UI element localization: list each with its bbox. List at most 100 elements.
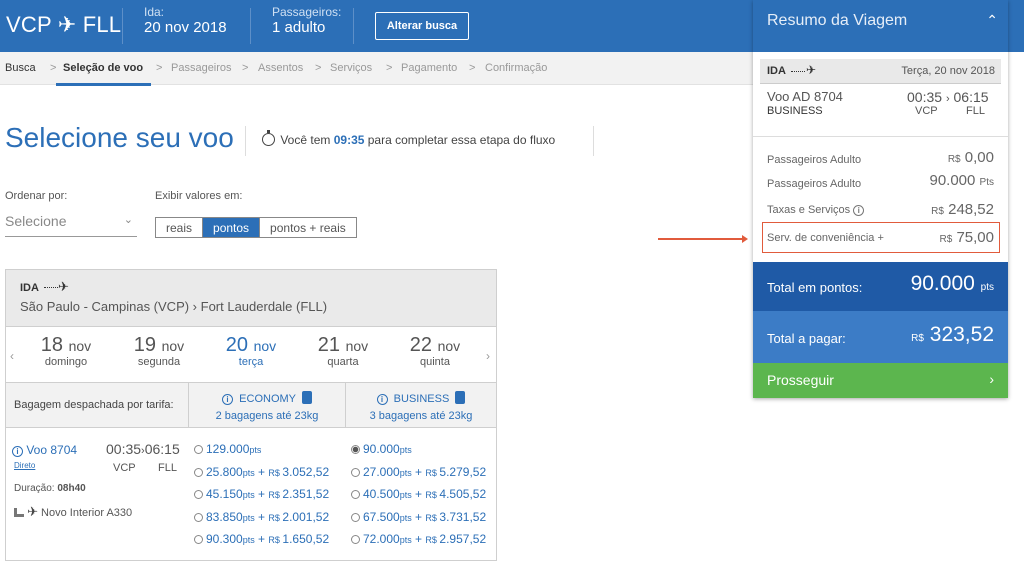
day-weekday: quinta xyxy=(420,356,450,368)
duration-value: 08h40 xyxy=(57,483,86,494)
total-points-value: 90.000 pts xyxy=(911,272,994,296)
radio-button[interactable] xyxy=(194,512,203,522)
day-19[interactable]: 19 nov segunda xyxy=(114,334,204,368)
radio-button[interactable] xyxy=(194,467,203,477)
day-weekday: domingo xyxy=(44,356,88,368)
business-fare-option[interactable]: 90.000pts xyxy=(351,442,412,456)
economy-fare-option[interactable]: 25.800pts + R$ 3.052,52 xyxy=(194,465,329,479)
proceed-button[interactable]: Prosseguir › xyxy=(753,363,1008,398)
option-plus: + xyxy=(254,532,269,546)
breadcrumb-sep: > xyxy=(315,62,322,74)
change-search-button[interactable]: Alterar busca xyxy=(375,12,469,40)
business-fare-option[interactable]: 67.500pts + R$ 3.731,52 xyxy=(351,510,486,524)
breadcrumb-servicos[interactable]: Serviços xyxy=(330,62,372,74)
pax-value-1: R$ 0,00 xyxy=(948,149,994,166)
value-toggle: reais pontos pontos + reais xyxy=(155,217,357,238)
option-points-unit: pts xyxy=(242,535,255,545)
route-title: VCP ✈ FLL xyxy=(6,12,122,37)
radio-button[interactable] xyxy=(351,467,360,477)
breadcrumb-confirmacao[interactable]: Confirmação xyxy=(485,62,547,74)
toggle-pontos[interactable]: pontos xyxy=(203,218,261,237)
radio-button[interactable] xyxy=(351,490,360,499)
duration: Duração: 08h40 xyxy=(14,483,86,494)
summary-times: 00:35 › 06:15 xyxy=(907,89,989,105)
breadcrumb-selecao[interactable]: Seleção de voo xyxy=(63,62,143,74)
ida-value: 20 nov 2018 xyxy=(144,19,227,36)
dots-line xyxy=(791,71,805,72)
breadcrumb-assentos[interactable]: Assentos xyxy=(258,62,303,74)
day-22[interactable]: 22 nov quinta xyxy=(390,334,480,368)
option-points-unit: pts xyxy=(399,467,412,478)
chevron-right-icon[interactable]: › xyxy=(486,349,490,363)
economy-fare-option[interactable]: 45.150pts + R$ 2.351,52 xyxy=(194,487,329,501)
sort-select[interactable]: Selecione ⌄ xyxy=(5,211,137,237)
dep-time: 00:35 xyxy=(106,441,142,457)
amount: 323,52 xyxy=(929,323,994,346)
convenience-label[interactable]: Serv. de conveniência + xyxy=(767,232,884,244)
chevron-up-icon[interactable]: ⌃ xyxy=(986,12,998,29)
divider xyxy=(250,8,251,44)
day-weekday: terça xyxy=(238,356,264,368)
arr-time: 06:15 xyxy=(144,441,180,457)
radio-button[interactable] xyxy=(194,490,203,499)
day-20[interactable]: 20 nov terça xyxy=(206,334,296,368)
amount: 90.000 xyxy=(929,172,976,189)
pax-label-1: Passageiros Adulto xyxy=(767,154,862,166)
divider xyxy=(753,136,1008,137)
economy-fare-option[interactable]: 83.850pts + R$ 2.001,52 xyxy=(194,510,329,524)
breadcrumb-busca[interactable]: Busca xyxy=(5,62,36,74)
business-fare-option[interactable]: 72.000pts + R$ 2.957,52 xyxy=(351,532,486,546)
amount: 75,00 xyxy=(956,229,994,246)
timer-suffix: para completar essa etapa do fluxo xyxy=(364,133,556,147)
chevron-left-icon[interactable]: ‹ xyxy=(10,349,14,363)
option-brl: 3.731,52 xyxy=(439,509,487,524)
flight-number[interactable]: i Voo 8704 xyxy=(12,443,77,457)
economy-fare-option[interactable]: 90.300pts + R$ 1.650,52 xyxy=(194,532,329,546)
info-icon[interactable]: i xyxy=(222,394,234,405)
summary-flight: Voo AD 8704 xyxy=(767,89,843,104)
radio-button[interactable] xyxy=(351,535,360,544)
day-weekday: quarta xyxy=(327,356,359,368)
info-icon[interactable]: i xyxy=(853,205,865,216)
option-brl: 3.052,52 xyxy=(282,464,330,479)
total-pay: Total a pagar: R$ 323,52 xyxy=(753,311,1008,363)
fare-name: BUSINESS xyxy=(393,393,450,405)
summary-header[interactable]: Resumo da Viagem ⌃ xyxy=(753,0,1008,52)
radio-button[interactable] xyxy=(194,445,203,454)
pax-label-2: Passageiros Adulto xyxy=(767,178,862,190)
option-points-unit: pts xyxy=(399,535,412,545)
day-num: 20 xyxy=(225,334,249,356)
radio-button[interactable] xyxy=(351,512,360,522)
option-brl: 4.505,52 xyxy=(439,487,487,501)
business-fare-option[interactable]: 40.500pts + R$ 4.505,52 xyxy=(351,487,486,501)
fees-value: R$ 248,52 xyxy=(931,201,994,218)
economy-fare-option[interactable]: 129.000pts xyxy=(194,442,261,456)
day-18[interactable]: 18 nov domingo xyxy=(21,334,111,368)
option-points-unit: pts xyxy=(242,490,255,500)
toggle-pontos-reais[interactable]: pontos + reais xyxy=(260,218,356,237)
convenience-value: R$ 75,00 xyxy=(939,229,994,246)
radio-button[interactable] xyxy=(351,445,360,454)
option-plus: + xyxy=(411,464,426,479)
day-num: 19 xyxy=(133,334,157,356)
day-21[interactable]: 21 nov quarta xyxy=(298,334,388,368)
timer: Você tem 09:35 para completar essa etapa… xyxy=(262,130,556,147)
breadcrumb-passageiros[interactable]: Passageiros xyxy=(171,62,232,74)
breadcrumb-pagamento[interactable]: Pagamento xyxy=(401,62,457,74)
unit: pts xyxy=(980,282,994,293)
breadcrumb-active-underline xyxy=(56,83,151,86)
divider xyxy=(122,8,123,44)
chevron-down-icon: ⌄ xyxy=(123,214,133,226)
summary-class: BUSINESS xyxy=(767,105,823,117)
business-fare-option[interactable]: 27.000pts + R$ 5.279,52 xyxy=(351,465,486,479)
radio-button[interactable] xyxy=(194,535,203,544)
breadcrumb-sep: > xyxy=(242,62,249,74)
info-icon[interactable]: i xyxy=(376,394,388,405)
toggle-reais[interactable]: reais xyxy=(156,218,204,237)
currency: R$ xyxy=(939,234,953,245)
amount: 248,52 xyxy=(948,201,994,218)
flight-card-header: IDA ✈ São Paulo - Campinas (VCP) › Fort … xyxy=(6,270,496,327)
summary-ida-bar: IDA ✈ Terça, 20 nov 2018 xyxy=(760,59,1001,84)
flight-type[interactable]: Direto xyxy=(14,461,35,470)
aircraft-name: Novo Interior A330 xyxy=(41,507,133,519)
